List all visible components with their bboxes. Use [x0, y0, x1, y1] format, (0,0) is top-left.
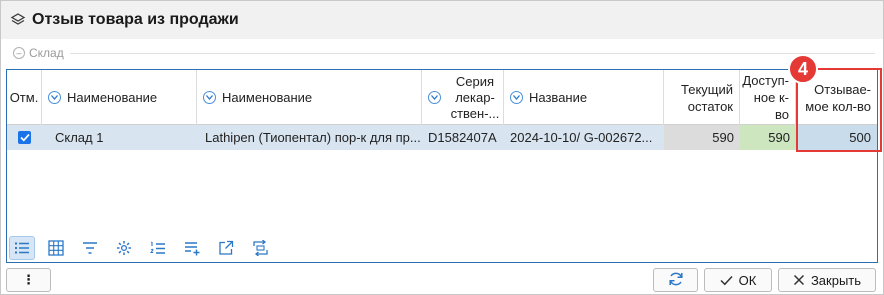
collapse-icon[interactable]: – [13, 47, 25, 59]
title-bar: Отзыв товара из продажи [1, 1, 883, 39]
grid-view-icon[interactable] [43, 236, 69, 260]
recall-header-label: Отзывае-мое кол-во [805, 81, 871, 114]
close-button[interactable]: Закрыть [778, 268, 876, 292]
cell-current-stock: 590 [664, 125, 740, 150]
settings-icon[interactable] [111, 236, 137, 260]
available-header-label: Доступ-ное к-во [742, 73, 789, 122]
cell-product[interactable]: Lathipen (Тиопентал) пор-к для пр... [197, 125, 422, 150]
window-title: Отзыв товара из продажи [32, 11, 239, 28]
current-stock-header-label: Текущий остаток [681, 81, 733, 114]
cell-name[interactable]: 2024-10-10/ G-002672... [504, 125, 664, 150]
refresh-button[interactable] [653, 268, 698, 292]
ok-button[interactable]: ОК [704, 268, 772, 292]
checkmark-icon[interactable] [18, 131, 31, 144]
filter-icon[interactable] [77, 236, 103, 260]
cell-warehouse[interactable]: Склад 1 [42, 125, 197, 150]
dialog-footer: ⋮ ОК Закрыть [1, 265, 883, 295]
series-header-label: Серия лекар-ствен-... [450, 73, 500, 121]
export-icon[interactable] [213, 236, 239, 260]
column-header-product[interactable]: Наименование [197, 70, 422, 125]
cell-recall-qty[interactable]: 500 [796, 125, 877, 150]
more-options-button[interactable]: ⋮ [6, 268, 51, 292]
column-header-mark[interactable]: Отм. [7, 70, 42, 125]
list-view-icon[interactable] [9, 236, 35, 260]
column-header-current-stock[interactable]: Текущий остаток [664, 70, 740, 125]
column-header-name[interactable]: Название [504, 70, 664, 125]
close-button-label: Закрыть [810, 272, 862, 288]
close-icon [793, 274, 805, 286]
checkmark-icon [720, 275, 733, 286]
cell-series[interactable]: D1582407A [422, 125, 504, 150]
cell-available-qty: 590 [740, 125, 796, 150]
ok-button-label: ОК [738, 272, 757, 288]
recall-dialog: Отзыв товара из продажи – Склад Отм. Наи… [0, 0, 884, 295]
items-grid: Отм. Наименование Наименование Серия лека… [6, 69, 878, 263]
group-label: Склад [29, 46, 64, 60]
group-header-warehouse[interactable]: – Склад [13, 45, 875, 61]
chevron-down-icon[interactable] [48, 91, 61, 104]
grid-toolbar [9, 235, 281, 261]
chevron-down-icon[interactable] [428, 91, 441, 104]
swap-icon[interactable] [247, 236, 273, 260]
chevron-down-icon[interactable] [510, 91, 523, 104]
more-vertical-icon: ⋮ [22, 272, 35, 287]
row-checkbox[interactable] [7, 125, 42, 150]
numbered-list-icon[interactable] [145, 236, 171, 260]
annotation-badge: 4 [788, 54, 818, 84]
column-header-available[interactable]: Доступ-ное к-во [740, 70, 796, 125]
group-divider [69, 52, 875, 54]
table-row[interactable]: Склад 1 Lathipen (Тиопентал) пор-к для п… [7, 125, 877, 150]
grid-header: Отм. Наименование Наименование Серия лека… [7, 70, 877, 125]
column-header-series[interactable]: Серия лекар-ствен-... [422, 70, 504, 125]
refresh-icon [668, 271, 684, 290]
add-row-icon[interactable] [179, 236, 205, 260]
layers-icon [10, 12, 26, 28]
column-header-warehouse[interactable]: Наименование [42, 70, 197, 125]
chevron-down-icon[interactable] [203, 91, 216, 104]
